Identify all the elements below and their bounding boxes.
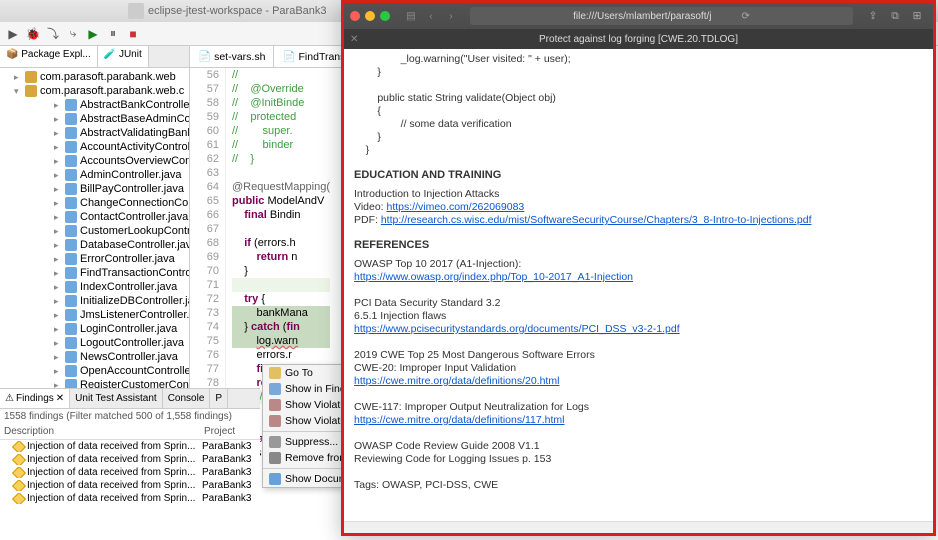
cwe117-link[interactable]: https://cwe.mitre.org/data/definitions/1… — [354, 414, 565, 426]
finding-row[interactable]: Injection of data received from Sprin...… — [0, 466, 260, 479]
tree-file[interactable]: ▸ChangeConnectionControll — [0, 196, 189, 210]
tree-file[interactable]: ▸AbstractBaseAdminContro — [0, 112, 189, 126]
back-icon[interactable]: ‹ — [422, 10, 440, 22]
minimize-icon[interactable] — [365, 11, 375, 21]
tabs-icon[interactable]: ⧉ — [885, 10, 905, 23]
cwe20-link[interactable]: https://cwe.mitre.org/data/definitions/2… — [354, 375, 559, 387]
video-link[interactable]: https://vimeo.com/262069083 — [387, 201, 525, 213]
education-heading: EDUCATION AND TRAINING — [354, 169, 923, 182]
safari-window: ▤ ‹ › file:///Users/mlambert/parasoft/j⟳… — [341, 0, 936, 536]
tree-file[interactable]: ▸AbstractBankController.java — [0, 98, 189, 112]
tree-file[interactable]: ▸NewsController.java — [0, 350, 189, 364]
share-icon[interactable]: ⇪ — [863, 10, 883, 23]
p-tab[interactable]: P — [210, 389, 228, 408]
finding-row[interactable]: Injection of data received from Sprin...… — [0, 440, 260, 453]
warning-icon — [12, 493, 26, 504]
resume-button[interactable]: ▶ — [84, 25, 102, 43]
eclipse-icon — [128, 3, 144, 19]
tree-pkg[interactable]: ▸com.parasoft.parabank.web — [0, 70, 189, 84]
finding-row[interactable]: Injection of data received from Sprin...… — [0, 492, 260, 505]
file-tree[interactable]: ▸com.parasoft.parabank.web ▾com.parasoft… — [0, 68, 189, 394]
tree-file[interactable]: ▸LoginController.java — [0, 322, 189, 336]
owasp-link[interactable]: https://www.owasp.org/index.php/Top_10-2… — [354, 271, 633, 283]
console-tab[interactable]: Console — [163, 389, 211, 408]
editor-tab-1[interactable]: 📄 set-vars.sh — [190, 46, 274, 67]
stop-button[interactable]: ■ — [124, 25, 142, 43]
finding-row[interactable]: Injection of data received from Sprin...… — [0, 453, 260, 466]
tree-file[interactable]: ▸InitializeDBController.java — [0, 294, 189, 308]
warning-icon — [12, 480, 26, 491]
tree-file[interactable]: ▸IndexController.java — [0, 280, 189, 294]
references-heading: REFERENCES — [354, 239, 923, 252]
findings-panel: ⚠ Findings ✕ Unit Test Assistant Console… — [0, 388, 260, 540]
warning-icon — [12, 441, 26, 452]
tree-file[interactable]: ▸AccountActivityController.j — [0, 140, 189, 154]
edu-intro: Introduction to Injection Attacks — [354, 188, 923, 201]
new-tab-icon[interactable]: ⊞ — [907, 10, 927, 23]
traffic-lights[interactable] — [350, 11, 390, 21]
page-title: ✕ Protect against log forging [CWE.20.TD… — [344, 29, 933, 49]
code-sample: _log.warning("User visited: " + user); }… — [354, 53, 923, 157]
pause-button[interactable]: ⏸ — [104, 25, 122, 43]
address-bar[interactable]: file:///Users/mlambert/parasoft/j⟳ — [470, 7, 853, 25]
finding-row[interactable]: Injection of data received from Sprin...… — [0, 479, 260, 492]
pdf-link[interactable]: http://research.cs.wisc.edu/mist/Softwar… — [381, 214, 812, 226]
tree-pkg[interactable]: ▾com.parasoft.parabank.web.c — [0, 84, 189, 98]
tree-file[interactable]: ▸AbstractValidatingBankCor — [0, 126, 189, 140]
tree-file[interactable]: ▸DatabaseController.java — [0, 238, 189, 252]
tree-file[interactable]: ▸CustomerLookupControlle — [0, 224, 189, 238]
tree-file[interactable]: ▸ContactController.java — [0, 210, 189, 224]
zoom-icon[interactable] — [380, 11, 390, 21]
window-title: eclipse-jtest-workspace - ParaBank3 — [148, 5, 327, 17]
scrollbar[interactable] — [344, 521, 933, 533]
close-icon[interactable] — [350, 11, 360, 21]
tree-file[interactable]: ▸AccountsOverviewControll — [0, 154, 189, 168]
tree-file[interactable]: ▸JmsListenerController.jav — [0, 308, 189, 322]
pci-link[interactable]: https://www.pcisecuritystandards.org/doc… — [354, 323, 680, 335]
step-over-button[interactable]: ⤷ — [64, 25, 82, 43]
warning-icon — [12, 467, 26, 478]
tree-file[interactable]: ▸BillPayController.java — [0, 182, 189, 196]
run-button[interactable]: ▶ — [4, 25, 22, 43]
forward-icon[interactable]: › — [442, 10, 460, 22]
debug-button[interactable]: 🐞 — [24, 25, 42, 43]
package-explorer-tab[interactable]: 📦 Package Expl... — [0, 46, 98, 67]
tags: Tags: OWASP, PCI-DSS, CWE — [354, 479, 923, 492]
warning-icon — [12, 454, 26, 465]
tree-file[interactable]: ▸AdminController.java — [0, 168, 189, 182]
tree-file[interactable]: ▸ErrorController.java — [0, 252, 189, 266]
tree-file[interactable]: ▸OpenAccountController.ja — [0, 364, 189, 378]
findings-status: 1558 findings (Filter matched 500 of 1,5… — [0, 409, 260, 424]
tree-file[interactable]: ▸FindTransactionController — [0, 266, 189, 280]
findings-tab[interactable]: ⚠ Findings ✕ — [0, 389, 70, 408]
step-button[interactable]: ⤵ — [44, 25, 62, 43]
findings-columns: DescriptionProject — [0, 424, 260, 440]
sidebar-icon[interactable]: ▤ — [402, 10, 420, 22]
uta-tab[interactable]: Unit Test Assistant — [70, 389, 163, 408]
junit-tab[interactable]: 🧪 JUnit — [98, 46, 149, 67]
browser-content[interactable]: _log.warning("User visited: " + user); }… — [344, 49, 933, 521]
tree-file[interactable]: ▸LogoutController.java — [0, 336, 189, 350]
